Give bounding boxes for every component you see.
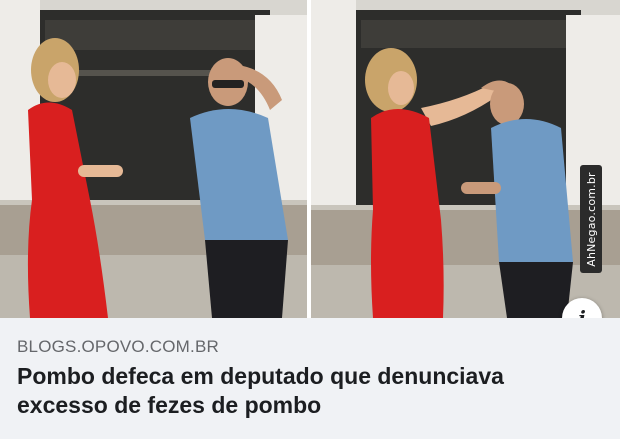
link-preview-card[interactable]: AhNegao.com.br i BLOGS.OPOVO.COM.BR Pomb… <box>0 0 620 439</box>
preview-image[interactable]: AhNegao.com.br i <box>0 0 620 338</box>
photo-left-scene <box>0 0 307 318</box>
watermark-logo: AhNegao.com.br <box>580 165 602 273</box>
photo-panel-left <box>0 0 307 318</box>
photo-panel-right <box>311 0 620 318</box>
link-headline[interactable]: Pombo defeca em deputado que denunciava … <box>17 362 577 420</box>
watermark-text: AhNegao.com.br <box>584 171 598 267</box>
link-domain: BLOGS.OPOVO.COM.BR <box>17 337 219 356</box>
photo-right-scene <box>311 0 620 318</box>
